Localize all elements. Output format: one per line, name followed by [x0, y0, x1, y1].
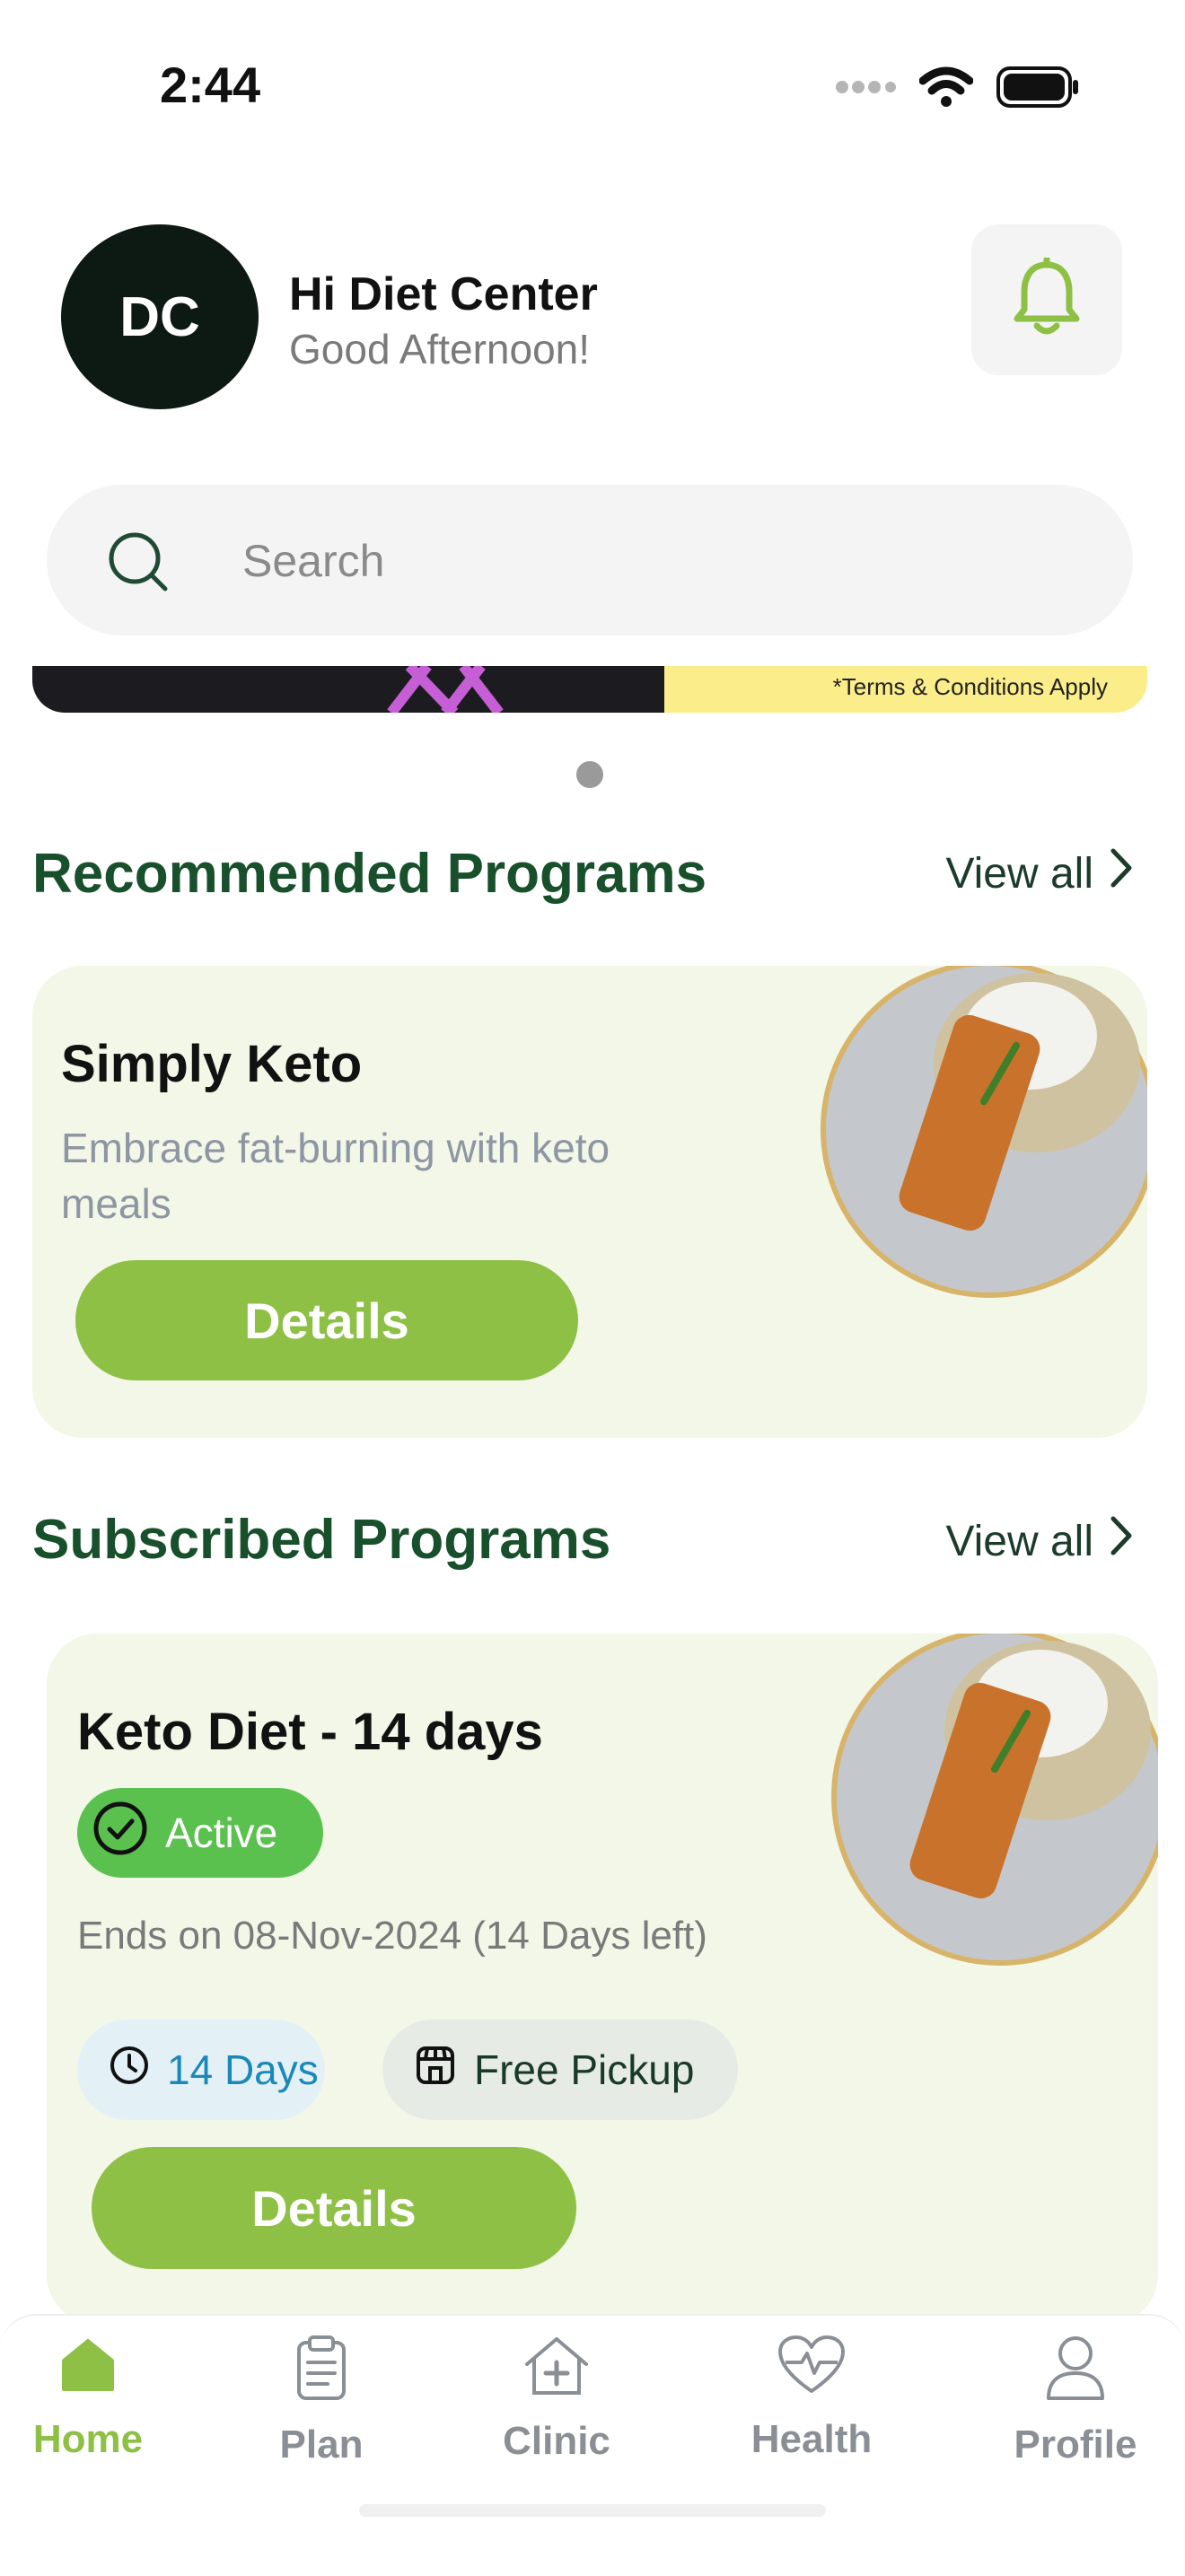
tab-plan-label: Plan	[279, 2423, 364, 2466]
tab-profile-label: Profile	[1014, 2423, 1137, 2466]
battery-icon	[996, 66, 1079, 112]
pickup-label: Free Pickup	[474, 2046, 695, 2093]
banner-yellow-panel: *Terms & Conditions Apply	[664, 666, 1147, 713]
store-icon	[413, 2043, 458, 2098]
details-button[interactable]: Details	[92, 2147, 576, 2269]
check-circle-icon	[92, 1800, 149, 1867]
greeting-subtitle: Good Afternoon!	[289, 326, 591, 372]
search-input[interactable]	[241, 526, 1052, 596]
tab-profile[interactable]: Profile	[977, 2334, 1174, 2467]
tab-home[interactable]: Home	[0, 2334, 187, 2462]
view-all-label: View all	[945, 849, 1093, 898]
home-indicator	[359, 2504, 826, 2517]
banner-terms: *Terms & Conditions Apply	[832, 673, 1108, 700]
tab-clinic-label: Clinic	[503, 2419, 610, 2463]
tab-health[interactable]: Health	[713, 2334, 910, 2462]
tab-plan[interactable]: Plan	[223, 2334, 420, 2467]
chevron-right-icon	[1110, 1515, 1133, 1567]
subscribed-view-all[interactable]: View all	[945, 1515, 1133, 1567]
heart-pulse-icon	[777, 2334, 847, 2401]
status-icons	[835, 66, 1079, 112]
recommended-card[interactable]: Simply Keto Embrace fat-burning with ket…	[32, 966, 1147, 1438]
chevron-right-icon	[1110, 847, 1133, 899]
duration-chip: 14 Days	[77, 2020, 325, 2120]
details-button[interactable]: Details	[75, 1260, 578, 1380]
clock-icon	[108, 2044, 151, 2097]
tab-home-label: Home	[32, 2417, 144, 2461]
status-badge: Active	[77, 1788, 323, 1878]
banner-image	[32, 666, 664, 713]
program-description: Embrace fat-burning with keto meals	[61, 1125, 610, 1227]
search-icon	[106, 530, 171, 599]
status-time: 2:44	[160, 57, 261, 113]
duration-label: 14 Days	[167, 2046, 319, 2093]
bell-icon	[1010, 256, 1084, 343]
notifications-button[interactable]	[971, 224, 1122, 375]
view-all-label: View all	[945, 1517, 1093, 1565]
meal-image	[831, 1634, 1158, 1966]
signal-icon	[835, 78, 896, 101]
subscribed-card[interactable]: Keto Diet - 14 days Active Ends on 08-No…	[47, 1634, 1158, 2325]
subscription-title: Keto Diet - 14 days	[77, 1703, 543, 1761]
tab-clinic[interactable]: Clinic	[458, 2334, 655, 2464]
subscribed-title: Subscribed Programs	[32, 1509, 611, 1571]
subscription-end-date: Ends on 08-Nov-2024 (14 Days left)	[77, 1914, 707, 1958]
wifi-icon	[918, 66, 974, 112]
recommended-view-all[interactable]: View all	[945, 847, 1133, 899]
program-title: Simply Keto	[61, 1035, 363, 1093]
user-icon	[1043, 2334, 1108, 2406]
recommended-title: Recommended Programs	[32, 843, 707, 905]
promo-banner[interactable]: *Terms & Conditions Apply	[32, 666, 1147, 713]
tab-health-label: Health	[750, 2417, 873, 2461]
meal-image	[821, 966, 1147, 1298]
carousel-dot[interactable]	[576, 761, 603, 788]
avatar[interactable]: DC	[61, 224, 259, 409]
greeting-name: Hi Diet Center	[289, 268, 598, 320]
home-icon	[57, 2334, 119, 2401]
status-label: Active	[165, 1809, 278, 1856]
clinic-icon	[522, 2334, 592, 2403]
clipboard-icon	[290, 2334, 353, 2406]
pickup-chip: Free Pickup	[382, 2020, 738, 2120]
